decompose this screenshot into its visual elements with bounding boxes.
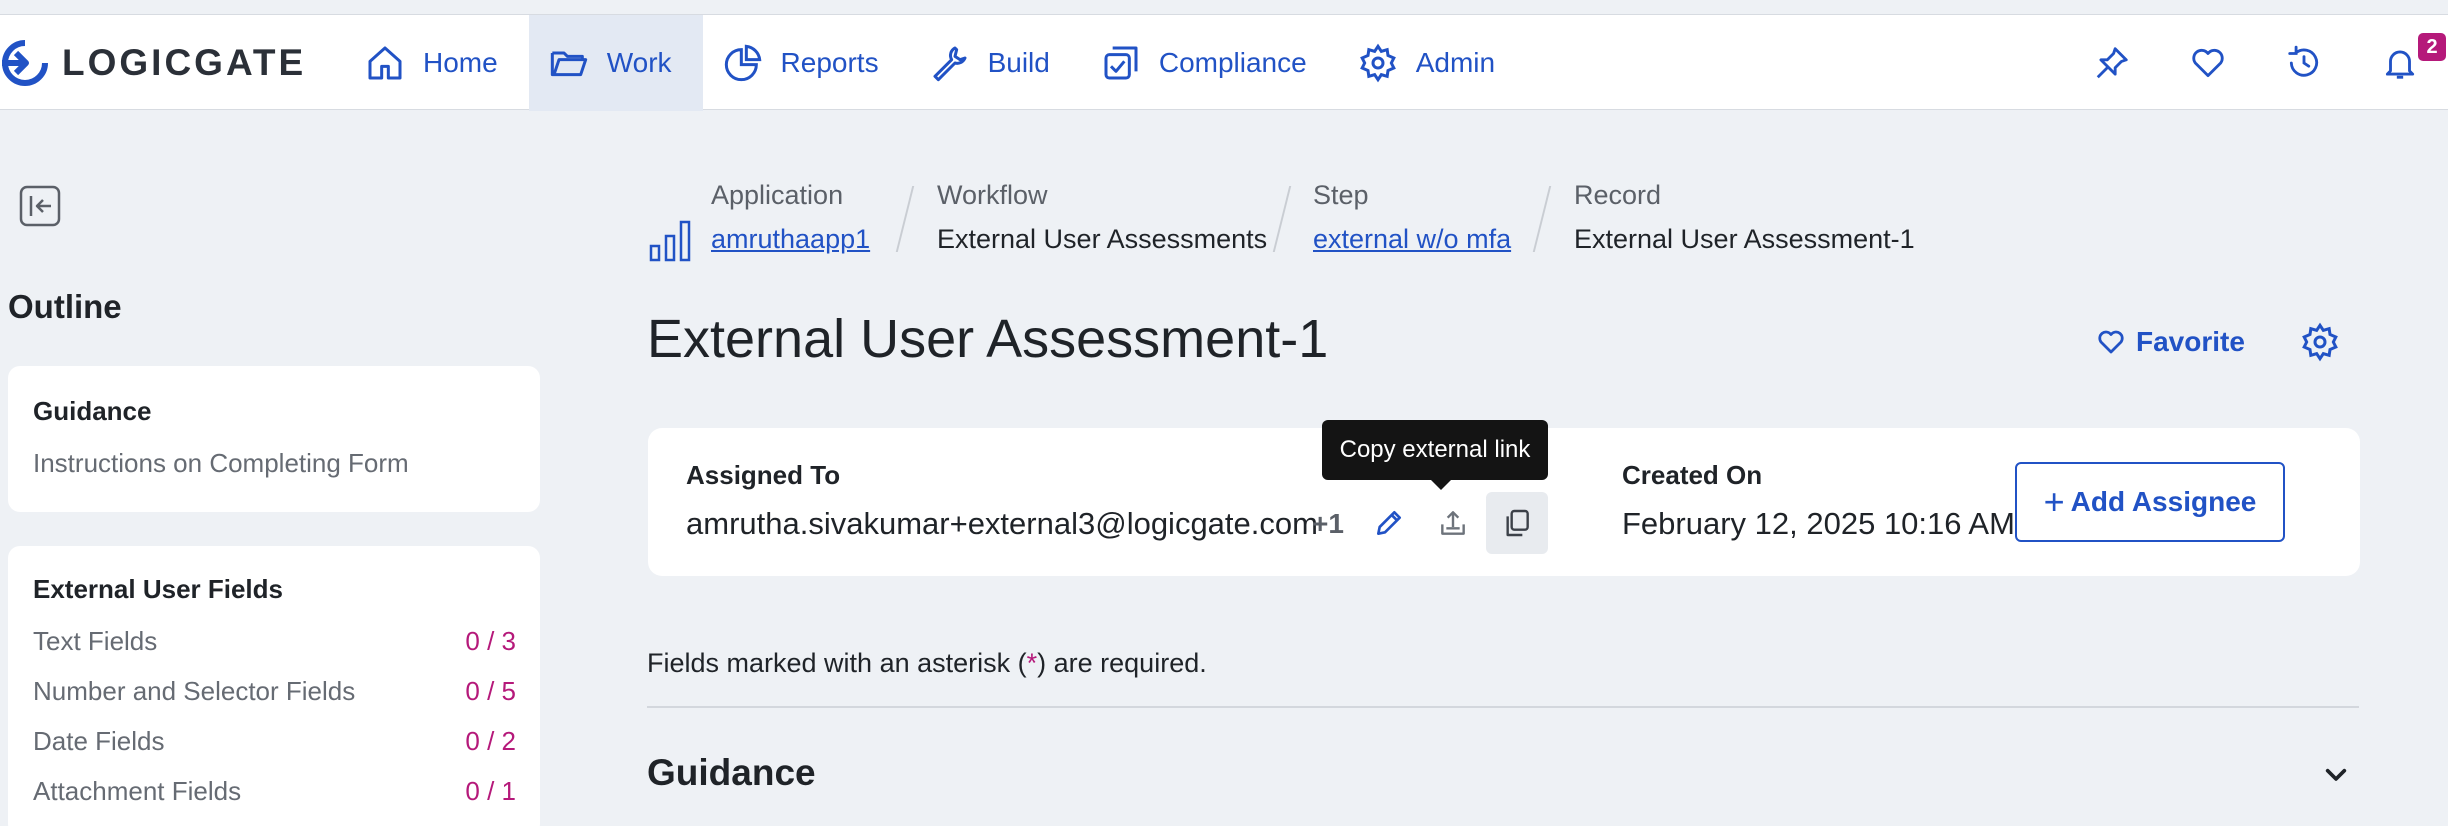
favorites-button[interactable] bbox=[2160, 15, 2256, 111]
additional-assignees-count[interactable]: +1 bbox=[1312, 508, 1344, 540]
bar-chart-icon bbox=[649, 220, 691, 262]
field-row-label: Date Fields bbox=[33, 726, 165, 756]
nav-reports-label: Reports bbox=[780, 47, 879, 78]
outline-guidance-card[interactable]: Guidance Instructions on Completing Form bbox=[8, 366, 540, 512]
required-asterisk: * bbox=[1026, 648, 1038, 678]
assigned-to-value: amrutha.sivakumar+external3@logicgate.co… bbox=[686, 506, 1318, 541]
required-fields-note: Fields marked with an asterisk (*) are r… bbox=[647, 648, 1207, 679]
nav-build[interactable]: Build bbox=[910, 15, 1081, 111]
pie-chart-icon bbox=[724, 44, 761, 82]
nav-compliance[interactable]: Compliance bbox=[1081, 15, 1338, 111]
nav-work-label: Work bbox=[606, 47, 672, 78]
field-row-label: Text Fields bbox=[33, 626, 158, 656]
pin-button[interactable] bbox=[2064, 15, 2160, 111]
field-row-label: Attachment Fields bbox=[33, 776, 242, 806]
created-on-value: February 12, 2025 10:16 AM bbox=[1622, 506, 2015, 541]
copy-icon bbox=[1506, 509, 1529, 537]
breadcrumb-record: Record External User Assessment-1 bbox=[1574, 180, 1915, 255]
notifications-button[interactable]: 2 bbox=[2352, 15, 2448, 111]
breadcrumb-separator bbox=[1532, 186, 1552, 252]
breadcrumb-step-label: Step bbox=[1313, 180, 1369, 210]
outline-fields-card: External User Fields Text Fields 0 / 3 N… bbox=[8, 546, 540, 826]
required-note-before: Fields marked with an asterisk ( bbox=[647, 648, 1027, 678]
plus-icon: + bbox=[2043, 481, 2065, 522]
history-button[interactable] bbox=[2256, 15, 2352, 111]
section-divider bbox=[647, 706, 2359, 708]
nav-compliance-label: Compliance bbox=[1158, 47, 1307, 78]
collapse-sidebar-icon[interactable] bbox=[18, 184, 62, 228]
breadcrumb-workflow: Workflow External User Assessments bbox=[937, 180, 1267, 255]
assigned-to-label: Assigned To bbox=[686, 460, 841, 490]
required-note-after: ) are required. bbox=[1037, 648, 1207, 678]
field-row-count: 0 / 2 bbox=[465, 726, 516, 756]
created-on-label: Created On bbox=[1622, 460, 1763, 490]
add-assignee-label: Add Assignee bbox=[2070, 486, 2257, 517]
breadcrumb-workflow-value: External User Assessments bbox=[937, 224, 1268, 254]
breadcrumb-application: Application amruthaapp1 bbox=[711, 180, 870, 255]
wrench-icon bbox=[933, 46, 967, 82]
list-item[interactable]: Attachment Fields 0 / 1 bbox=[33, 776, 516, 812]
pencil-icon bbox=[1377, 511, 1401, 535]
upload-share-icon bbox=[1441, 511, 1465, 535]
copy-external-link-button[interactable] bbox=[1486, 492, 1548, 554]
field-row-label: Number and Selector Fields bbox=[33, 676, 356, 706]
notification-badge: 2 bbox=[2418, 33, 2446, 61]
logicgate-logo[interactable]: LOGICGATE bbox=[0, 37, 306, 89]
breadcrumb-separator bbox=[895, 186, 915, 252]
list-item[interactable]: Number and Selector Fields 0 / 5 bbox=[33, 676, 516, 712]
checklist-icon bbox=[1104, 46, 1138, 80]
favorite-button-label: Favorite bbox=[2136, 326, 2245, 357]
logo-text: LOGICGATE bbox=[62, 42, 307, 83]
field-row-count: 0 / 5 bbox=[465, 676, 516, 706]
breadcrumb-separator bbox=[1272, 186, 1292, 252]
chevron-down-icon[interactable] bbox=[2316, 754, 2356, 794]
field-row-count: 0 / 3 bbox=[465, 626, 516, 656]
nav-right-actions: 2 bbox=[2064, 15, 2448, 111]
heart-icon bbox=[2192, 48, 2224, 78]
field-row-count: 0 / 1 bbox=[465, 776, 516, 806]
share-external-button[interactable] bbox=[1422, 492, 1484, 554]
breadcrumb-workflow-label: Workflow bbox=[937, 180, 1048, 210]
edit-assignee-button[interactable] bbox=[1358, 492, 1420, 554]
guidance-card-subtitle: Instructions on Completing Form bbox=[33, 448, 409, 478]
top-navigation-bar: LOGICGATE Home Work Reports Build Compli… bbox=[0, 14, 2448, 111]
nav-admin[interactable]: Admin bbox=[1338, 15, 1526, 111]
pin-icon bbox=[2096, 47, 2128, 79]
outline-title: Outline bbox=[8, 288, 122, 325]
section-title-guidance[interactable]: Guidance bbox=[647, 752, 816, 794]
nav-admin-label: Admin bbox=[1415, 47, 1496, 78]
list-item[interactable]: Date Fields 0 / 2 bbox=[33, 726, 516, 762]
favorite-button[interactable]: Favorite bbox=[2096, 322, 2245, 362]
copy-link-tooltip: Copy external link bbox=[1322, 420, 1548, 490]
home-icon bbox=[368, 46, 402, 80]
record-settings-gear-icon[interactable] bbox=[2300, 322, 2340, 362]
breadcrumb-application-link[interactable]: amruthaapp1 bbox=[711, 224, 870, 255]
bell-icon bbox=[2385, 50, 2415, 79]
list-item[interactable]: Text Fields 0 / 3 bbox=[33, 626, 516, 662]
gear-icon bbox=[1359, 43, 1396, 83]
fields-card-title: External User Fields bbox=[33, 574, 283, 604]
history-icon bbox=[2288, 45, 2319, 77]
nav-build-label: Build bbox=[987, 47, 1050, 78]
guidance-card-title: Guidance bbox=[33, 396, 152, 426]
heart-icon bbox=[2098, 330, 2124, 354]
page-title: External User Assessment-1 bbox=[647, 309, 1329, 369]
breadcrumb-step: Step external w/o mfa bbox=[1313, 180, 1511, 255]
breadcrumb-record-label: Record bbox=[1574, 180, 1662, 210]
breadcrumb-step-link[interactable]: external w/o mfa bbox=[1313, 224, 1511, 255]
add-assignee-button[interactable]: + Add Assignee bbox=[2015, 462, 2285, 542]
nav-home-label: Home bbox=[423, 47, 498, 78]
breadcrumb-record-value: External User Assessment-1 bbox=[1574, 224, 1915, 254]
logicgate-logo-icon bbox=[2, 40, 48, 86]
folder-icon bbox=[550, 51, 587, 77]
nav-home[interactable]: Home bbox=[345, 15, 529, 111]
breadcrumb-application-label: Application bbox=[711, 180, 844, 210]
nav-reports[interactable]: Reports bbox=[703, 15, 910, 111]
main-nav: Home Work Reports Build Compliance Admin bbox=[345, 15, 1526, 111]
nav-work[interactable]: Work bbox=[528, 15, 703, 111]
